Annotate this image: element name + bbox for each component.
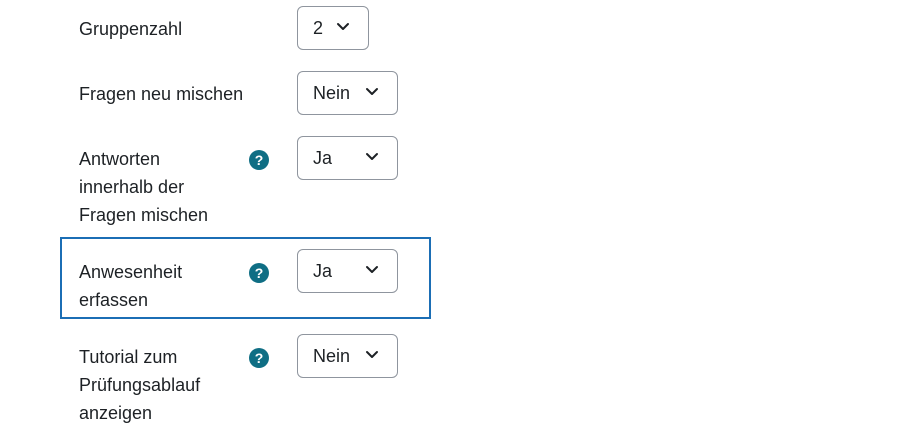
- help-icon[interactable]: ?: [249, 263, 269, 283]
- record-attendance-select[interactable]: Ja: [297, 249, 398, 293]
- quiz-settings-form: Gruppenzahl 2 Fragen neu mischen Nein An…: [0, 0, 900, 435]
- select-value: Ja: [313, 148, 333, 168]
- setting-label: Fragen neu mischen: [79, 84, 244, 104]
- select-value: Nein: [313, 346, 351, 366]
- select-value: Nein: [313, 83, 351, 103]
- setting-label: Anwesenheit erfassen: [79, 262, 183, 310]
- select-value: Ja: [313, 261, 333, 281]
- group-count-select[interactable]: 2: [297, 6, 369, 50]
- shuffle-questions-select[interactable]: Nein: [297, 71, 398, 115]
- chevron-down-icon: [366, 88, 378, 95]
- help-icon[interactable]: ?: [249, 150, 269, 170]
- setting-label: Gruppenzahl: [79, 19, 183, 39]
- show-tutorial-select[interactable]: Nein: [297, 334, 398, 378]
- help-icon[interactable]: ?: [249, 348, 269, 368]
- chevron-down-icon: [366, 266, 378, 273]
- setting-label: Tutorial zum Prüfungsablauf anzeigen: [79, 347, 201, 423]
- chevron-down-icon: [337, 23, 349, 30]
- select-value: 2: [313, 18, 324, 38]
- chevron-down-icon: [366, 351, 378, 358]
- chevron-down-icon: [366, 153, 378, 160]
- shuffle-answers-select[interactable]: Ja: [297, 136, 398, 180]
- setting-label: Antworten innerhalb der Fragen mischen: [79, 149, 209, 225]
